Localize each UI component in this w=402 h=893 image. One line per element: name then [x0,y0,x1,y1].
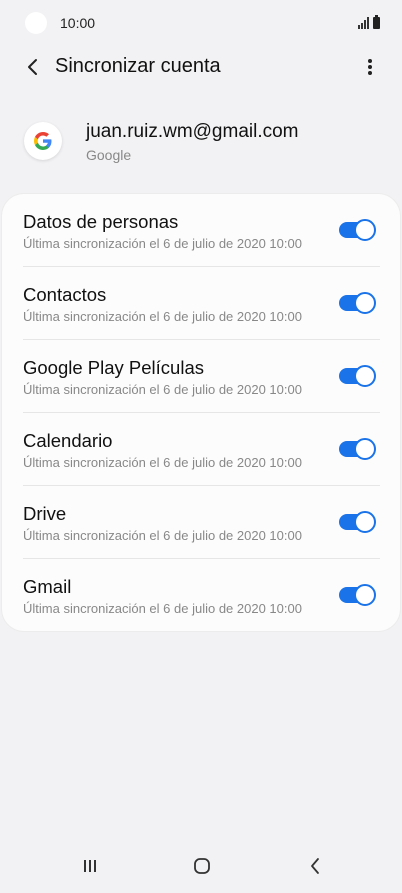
account-email: juan.ruiz.wm@gmail.com [86,121,299,142]
sync-item-title: Contactos [23,284,107,305]
sync-item-subtitle: Última sincronización el 6 de julio de 2… [23,382,302,397]
sync-item-datos-de-personas[interactable]: Datos de personas Última sincronización … [2,194,400,267]
account-header: juan.ruiz.wm@gmail.com Google [0,112,402,172]
sync-item-subtitle: Última sincronización el 6 de julio de 2… [23,528,302,543]
sync-toggle[interactable] [339,292,376,314]
nav-back-icon [311,858,319,874]
recents-icon [84,860,96,872]
sync-toggle[interactable] [339,219,376,241]
status-bar: 10:00 [0,0,402,48]
sync-item-google-play-peliculas[interactable]: Google Play Películas Última sincronizac… [2,340,400,413]
home-icon [194,858,210,874]
sync-item-title: Google Play Películas [23,357,204,378]
sync-list-card: Datos de personas Última sincronización … [2,194,400,631]
navigation-bar [0,843,402,893]
sync-item-subtitle: Última sincronización el 6 de julio de 2… [23,236,302,251]
nav-back-button[interactable] [303,855,327,877]
battery-icon [373,15,380,29]
page-title: Sincronizar cuenta [55,55,221,77]
sync-toggle[interactable] [339,438,376,460]
sync-item-subtitle: Última sincronización el 6 de julio de 2… [23,601,302,616]
sync-item-title: Datos de personas [23,211,179,232]
status-time: 10:00 [60,15,96,31]
account-type: Google [86,147,132,163]
sync-item-drive[interactable]: Drive Última sincronización el 6 de juli… [2,486,400,559]
sync-item-subtitle: Última sincronización el 6 de julio de 2… [23,309,302,324]
sync-item-contactos[interactable]: Contactos Última sincronización el 6 de … [2,267,400,340]
sync-toggle[interactable] [339,365,376,387]
back-button[interactable] [18,52,48,82]
sync-item-title: Gmail [23,576,72,597]
status-icons [358,15,380,29]
sync-item-title: Drive [23,503,67,524]
back-arrow-icon [28,59,37,75]
sync-item-title: Calendario [23,430,113,451]
google-icon [24,122,62,160]
sync-toggle[interactable] [339,584,376,606]
signal-icon [358,17,369,29]
camera-cutout [25,12,47,34]
sync-item-calendario[interactable]: Calendario Última sincronización el 6 de… [2,413,400,486]
recents-button[interactable] [78,855,102,877]
home-button[interactable] [190,855,214,877]
sync-toggle[interactable] [339,511,376,533]
app-bar: Sincronizar cuenta [0,48,402,86]
more-vert-icon [368,59,372,75]
sync-item-subtitle: Última sincronización el 6 de julio de 2… [23,455,302,470]
more-options-button[interactable] [358,52,382,82]
sync-item-gmail[interactable]: Gmail Última sincronización el 6 de juli… [2,559,400,632]
